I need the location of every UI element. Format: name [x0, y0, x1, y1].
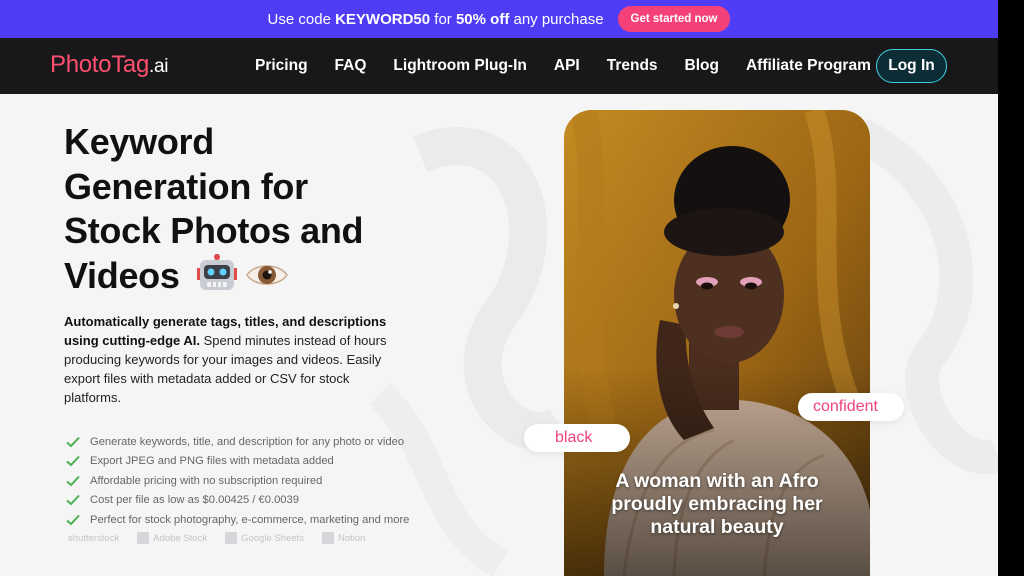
adobe-stock-icon	[137, 532, 150, 544]
google-sheets-icon	[225, 532, 238, 544]
login-button[interactable]: Log In	[876, 49, 947, 83]
keyword-tag-black: black	[524, 424, 630, 452]
sample-photo-card: A woman with an Afro proudly embracing h…	[564, 110, 870, 576]
shutterstock-logo: shutterstock	[68, 532, 120, 544]
nav-link-api[interactable]: API	[554, 57, 580, 75]
checkmark-icon	[66, 514, 80, 526]
page: Use code KEYWORD50 for 50% off any purch…	[0, 0, 998, 576]
feature-item: Perfect for stock photography, e-commerc…	[66, 510, 409, 530]
nav-links: Pricing FAQ Lightroom Plug-In API Trends…	[255, 38, 898, 94]
feature-item: Cost per file as low as $0.00425 / €0.00…	[66, 491, 409, 511]
promo-code: KEYWORD50	[335, 10, 431, 28]
feature-list: Generate keywords, title, and descriptio…	[66, 432, 409, 530]
window-edge	[998, 0, 1024, 576]
checkmark-icon	[66, 475, 80, 487]
top-nav: PhotoTag.ai Pricing FAQ Lightroom Plug-I…	[0, 38, 998, 94]
photo-caption: A woman with an Afro proudly embracing h…	[611, 470, 823, 538]
adobe-stock-logo: Adobe Stock	[137, 532, 207, 544]
hero-description: Automatically generate tags, titles, and…	[64, 314, 387, 405]
nav-link-blog[interactable]: Blog	[685, 57, 719, 75]
eye-icon	[245, 256, 289, 301]
notion-icon	[321, 532, 334, 544]
promo-text: Use code KEYWORD50 for 50% off any purch…	[267, 10, 604, 28]
promo-banner: Use code KEYWORD50 for 50% off any purch…	[0, 0, 998, 38]
nav-link-affiliate-program[interactable]: Affiliate Program	[746, 57, 871, 75]
keyword-tag-confident: confident	[798, 393, 904, 421]
get-started-button[interactable]: Get started now	[617, 6, 731, 32]
notion-logo: Notion	[321, 532, 365, 544]
feature-item: Generate keywords, title, and descriptio…	[66, 432, 409, 452]
robot-face-icon	[195, 253, 239, 303]
feature-item: Export JPEG and PNG files with metadata …	[66, 452, 409, 472]
partner-logos: shutterstock Adobe Stock Google Sheets N…	[68, 532, 383, 544]
nav-link-faq[interactable]: FAQ	[335, 57, 367, 75]
nav-link-pricing[interactable]: Pricing	[255, 57, 308, 75]
nav-link-trends[interactable]: Trends	[607, 57, 658, 75]
hero-title: Keyword Generation for Stock Photos and …	[64, 120, 424, 302]
checkmark-icon	[66, 495, 80, 506]
checkmark-icon	[66, 456, 80, 467]
nav-link-lightroom-plugin[interactable]: Lightroom Plug-In	[393, 57, 526, 75]
feature-item: Affordable pricing with no subscription …	[66, 471, 409, 491]
google-sheets-logo: Google Sheets	[225, 532, 304, 544]
logo[interactable]: PhotoTag.ai	[50, 51, 168, 79]
checkmark-icon	[66, 436, 80, 448]
promo-discount: 50% off	[455, 10, 510, 28]
